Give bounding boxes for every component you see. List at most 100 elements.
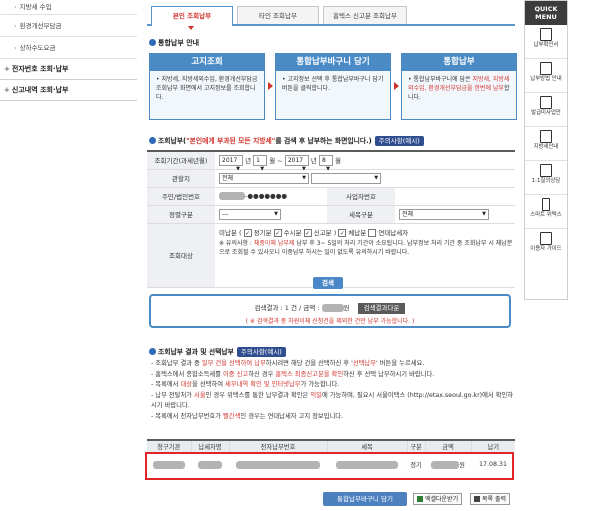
result-summary-notice: ( ※ 검색결과 중 차원이체 신청건을 제외한 건만 납부 가능합니다. ) <box>245 317 415 325</box>
sidebar-menu-report-inquiry[interactable]: + 신고내역 조회·납부 <box>0 80 137 101</box>
quick-item-method[interactable]: 납부방법 안내 <box>525 59 567 93</box>
office-sub-select[interactable]: ▼ <box>311 172 382 184</box>
col-epay-number: 전자납부번호 <box>229 439 328 452</box>
kind-fields: --- ▼ <box>215 205 327 224</box>
search-note: ※ 유의사항 : 체중이체 납부제 납부 후 3~ 5일의 처리 기간이 소요됩… <box>219 239 513 256</box>
checkbox-occasional[interactable]: ✓ <box>273 228 282 237</box>
sidebar-subitem-water-fee[interactable]: › 상하수도요금 <box>0 37 137 59</box>
from-year-select[interactable]: 2017 ▼ <box>219 155 243 172</box>
quick-item-receipt[interactable]: 납부확인서 <box>525 25 567 59</box>
book-icon <box>540 130 552 143</box>
guide-book-icon <box>540 232 552 245</box>
to-month-select[interactable]: 8 ▼ <box>318 155 333 172</box>
add-to-cart-button[interactable]: 통합납부바구니 담기 <box>323 492 407 506</box>
period-fields: 2017 ▼ 년 1 ▼ 월 ~ 2017 ▼ 년 8 ▼ 월 <box>215 151 515 172</box>
office-label: 관할지 <box>147 169 215 188</box>
tax-select[interactable]: 전체 ▼ <box>399 208 489 220</box>
arrow-right-icon <box>394 82 399 90</box>
result-summary-box: 검색결과 : 1 건 / 금액 : 원 검색결과다운 ( ※ 검색결과 중 차원… <box>149 294 511 328</box>
printer-icon <box>540 28 552 41</box>
sidebar-subitem-local-tax[interactable]: › 지방세 수입 <box>0 0 137 15</box>
guide-card-body: • 지방세, 지방세외수입, 환경개선부담금 조회납부 화면에서 고지정보를 조… <box>156 76 258 101</box>
quick-item-qna[interactable]: 1:1질의상담 <box>525 161 567 195</box>
checkbox-joint[interactable] <box>368 228 377 237</box>
list-icon <box>540 96 552 109</box>
guideline-item: - 목록에서 대상을 선택하여 세부내역 확인 및 인터넷납부가 가능합니다. <box>151 381 340 389</box>
chevron-down-icon: ▼ <box>274 210 278 217</box>
bizno-label: 사업자번호 <box>327 187 395 206</box>
checkbox-report[interactable]: ✓ <box>303 228 312 237</box>
quick-item-guide[interactable]: 지방세안내 <box>525 127 567 161</box>
caution-badge-button[interactable]: 주의사항(예시) <box>374 136 424 146</box>
results-header-row: 청구기관 납세자명 전자납부번호 세목 구분 금액 납기 <box>147 439 515 452</box>
search-form: 조회기간(과세년월) 2017 ▼ 년 1 ▼ 월 ~ 2017 ▼ 년 8 ▼ 월 관… <box>147 150 515 288</box>
excel-download-button[interactable]: 엑셀다운받기 <box>413 493 463 505</box>
from-month-select[interactable]: 1 ▼ <box>253 155 268 172</box>
monitor-icon <box>540 164 552 177</box>
col-tax-item: 세목 <box>327 439 408 452</box>
guideline-item: - 홈택스에서 종합소득세를 이중 신고하신 경우 홈택스 최종신고분을 확인하… <box>151 370 435 378</box>
active-tab-indicator-icon <box>188 26 194 30</box>
result-download-button[interactable]: 검색결과다운 <box>357 302 406 314</box>
guide-card-cart: 통합납부바구니 담기 • 고지정보 선택 후 통합납부바구니 담기 버튼을 클릭… <box>275 53 391 120</box>
document-icon <box>540 62 552 75</box>
search-title: 조회납부("본인에게 부과된 모든 지방세"를 검색 후 납부하는 화면입니다.… <box>149 135 424 146</box>
caution-badge-button[interactable]: 주의사항(예시) <box>236 347 286 357</box>
guide-card-title: 고지조회 <box>150 54 264 71</box>
tab-bar: 본인 조회납부 타인 조회납부 홈택스 신고분 조회납부 <box>147 6 515 26</box>
to-year-select[interactable]: 2017 ▼ <box>284 155 309 172</box>
bullet-icon <box>149 39 156 46</box>
guide-card-body: • 통합납부바구니에 담은 지방세, 지방세외수입, 환경개선부담금을 한번에 … <box>408 76 510 101</box>
checkbox-arrears[interactable]: ✓ <box>338 228 347 237</box>
results-guidelines: - 조회납부 결과 중 일부 건을 선택하여 납부하시려면 해당 건을 선택하신… <box>151 359 515 423</box>
kind-label: 정렬구분 <box>147 205 215 224</box>
quick-item-issue[interactable]: 발급미사업만 <box>525 93 567 127</box>
result-summary-line: 검색결과 : 1 건 / 금액 : 원 검색결과다운 <box>151 302 509 314</box>
quick-item-user-guide[interactable]: 이용자 가이드 <box>525 229 567 263</box>
period-label: 조회기간(과세년월) <box>147 151 215 170</box>
office-row: 관할지 전체 ▼ ▼ <box>147 169 515 188</box>
left-sidebar: › 지방세 수입 › 환경개선부담금 › 상하수도요금 + 전자번호 조회·납부 + 신고… <box>0 0 137 511</box>
sidebar-subitem-env-charge[interactable]: › 환경개선부담금 <box>0 15 137 37</box>
office-select[interactable]: 전체 ▼ <box>219 172 309 184</box>
guide-card-body: • 고지정보 선택 후 통합납부바구니 담기 버튼을 클릭합니다. <box>282 76 384 92</box>
sort-select[interactable]: --- ▼ <box>219 208 281 220</box>
target-fields: 미납분 ( ✓ 정기분 ✓ 수시분 ✓ 신고분 ) ✓ 체납분 연대납세자 ※ 유의사항… <box>215 223 515 288</box>
bullet-icon <box>149 137 156 144</box>
office-fields: 전체 ▼ ▼ <box>215 169 515 188</box>
guideline-item: - 목록에서 전자납부번호가 빨간색인 경우는 연대납세자 고지 정보입니다. <box>151 412 344 420</box>
guide-card-inquiry: 고지조회 • 지방세, 지방세외수입, 환경개선부담금 조회납부 화면에서 고지… <box>149 53 265 120</box>
guide-title: 통합납부 안내 <box>149 38 199 48</box>
chevron-down-icon: ▼ <box>374 174 379 181</box>
tab-other-inquiry[interactable]: 타인 조회납부 <box>237 6 319 24</box>
checkbox-regular[interactable]: ✓ <box>243 228 252 237</box>
printer-icon <box>474 496 480 502</box>
bullet-icon <box>149 348 156 355</box>
sidebar-menu-eno-inquiry[interactable]: + 전자번호 조회·납부 <box>0 59 137 80</box>
tab-hometax-inquiry[interactable]: 홈택스 신고분 조회납부 <box>323 6 407 24</box>
quick-menu-title: QUICK MENU <box>525 1 567 25</box>
tab-self-inquiry[interactable]: 본인 조회납부 <box>151 6 233 26</box>
arrow-right-icon <box>268 82 273 90</box>
id-row: 주민/법인번호 -●●●●●●● 사업자번호 <box>147 187 515 206</box>
masked-amount <box>321 304 344 312</box>
target-options: 미납분 ( ✓ 정기분 ✓ 수시분 ✓ 신고분 ) ✓ 체납분 연대납세자 <box>219 228 409 237</box>
bizno-value <box>395 187 515 206</box>
tax-fields: 전체 ▼ <box>395 205 515 224</box>
chevron-down-icon: ▼ <box>482 210 486 217</box>
print-list-button[interactable]: 목록 출력 <box>470 493 510 505</box>
col-taxpayer: 납세자명 <box>191 439 230 452</box>
quick-item-smart[interactable]: 스마트 위택스 <box>525 195 567 229</box>
target-label: 조회대상 <box>147 223 215 288</box>
col-type: 구분 <box>407 439 426 452</box>
period-row: 조회기간(과세년월) 2017 ▼ 년 1 ▼ 월 ~ 2017 ▼ 년 8 ▼ 월 <box>147 151 515 172</box>
search-button[interactable]: 검색 <box>313 277 343 289</box>
id-value: -●●●●●●● <box>215 187 327 206</box>
masked-id <box>219 192 245 200</box>
row-highlight-box <box>145 452 514 480</box>
excel-icon <box>417 496 423 502</box>
results-title: 조회납부 결과 및 선택납부 주의사항(예시) <box>149 346 286 357</box>
guide-card-pay: 통합납부 • 통합납부바구니에 담은 지방세, 지방세외수입, 환경개선부담금을… <box>401 53 517 120</box>
smartphone-icon <box>542 198 550 211</box>
guide-card-title: 통합납부 <box>402 54 516 71</box>
